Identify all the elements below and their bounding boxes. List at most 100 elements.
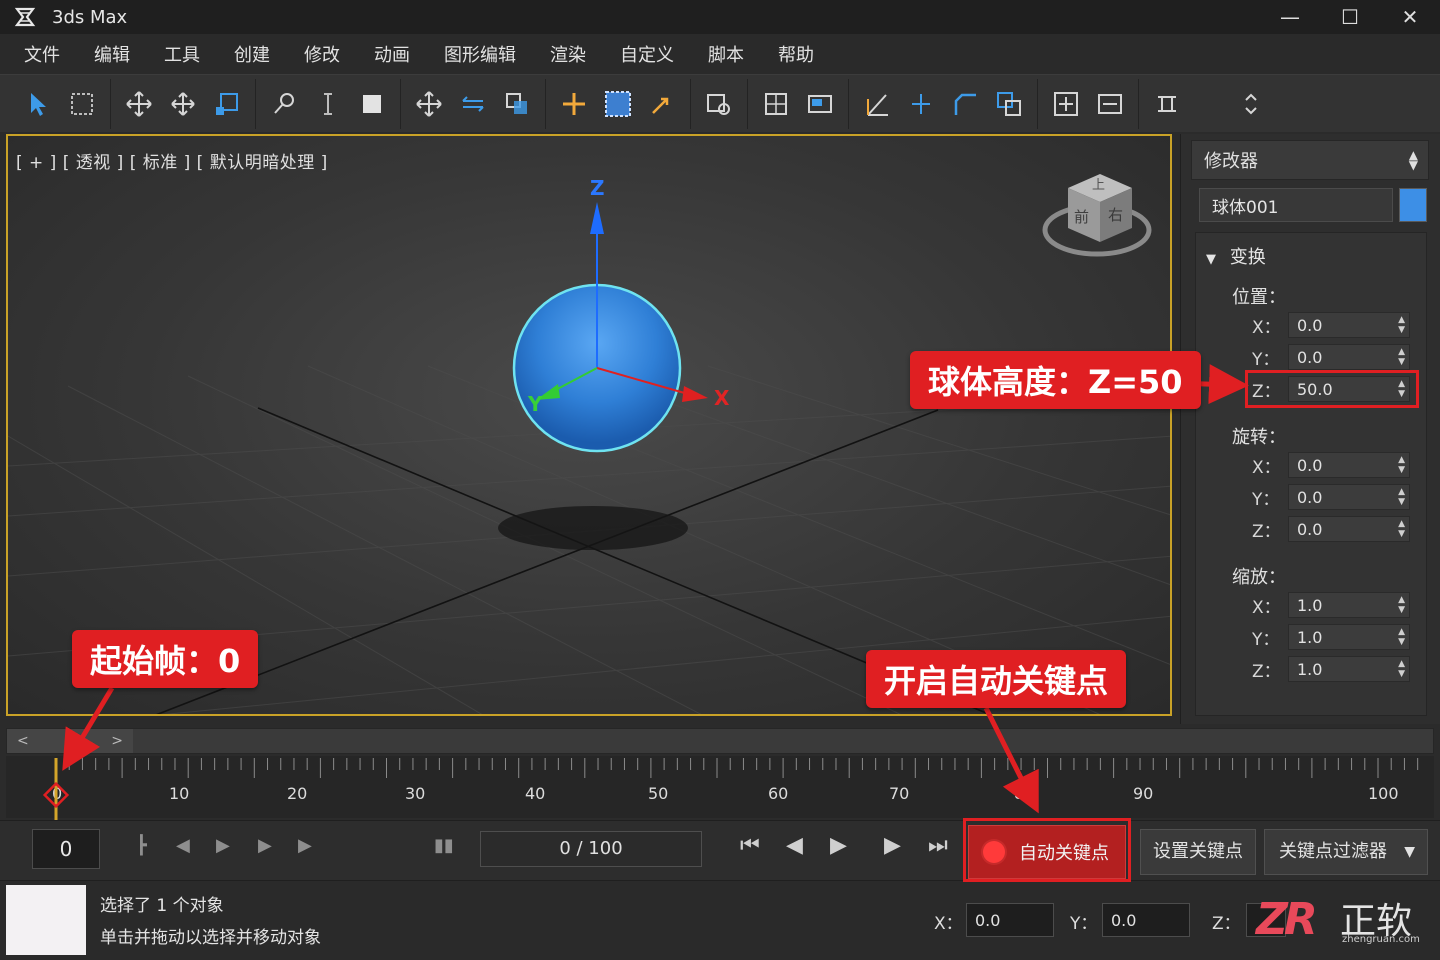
bind-icon[interactable] bbox=[350, 82, 394, 126]
go-to-start-icon[interactable]: ⏮ bbox=[740, 833, 760, 858]
align-icon[interactable] bbox=[798, 82, 842, 126]
track-bar[interactable]: 0 10 20 30 40 50 60 70 80 90 100 bbox=[6, 756, 1434, 818]
rotation-label: 旋转： bbox=[1232, 427, 1286, 448]
maxscript-listener-box[interactable] bbox=[6, 885, 86, 955]
minimize-button[interactable]: — bbox=[1260, 0, 1320, 34]
time-slider-track[interactable]: < > bbox=[6, 728, 1434, 754]
spinner-arrows-icon[interactable]: ▲ ▼ bbox=[1398, 347, 1405, 367]
time-slider[interactable]: < > bbox=[7, 729, 133, 753]
rotation-x-value: 0.0 bbox=[1297, 456, 1323, 475]
chevron-down-icon: ▼ bbox=[1404, 844, 1415, 860]
coord-y-field[interactable]: 0.0 bbox=[1102, 903, 1190, 937]
spinner-snap-icon[interactable] bbox=[943, 82, 987, 126]
menu-help[interactable]: 帮助 bbox=[764, 41, 834, 67]
position-y-spinner[interactable]: 0.0 ▲ ▼ bbox=[1288, 344, 1410, 370]
select-arrow-icon[interactable] bbox=[16, 82, 60, 126]
viewport-label[interactable]: [ + ] [ 透视 ] [ 标准 ] [ 默认明暗处理 ] bbox=[16, 148, 328, 173]
rotation-x-row: X： 0.0 ▲ ▼ bbox=[1252, 451, 1412, 479]
next-frame-icon[interactable]: ▶ bbox=[884, 833, 901, 858]
move-icon[interactable] bbox=[117, 82, 161, 126]
selection-set-icon[interactable] bbox=[596, 82, 640, 126]
spinner-arrows-icon[interactable]: ▲ ▼ bbox=[1398, 659, 1405, 679]
previous-frame-icon[interactable]: ◀ bbox=[786, 833, 803, 858]
set-key-button[interactable]: 设置关键点 bbox=[1140, 829, 1256, 875]
render-setup-icon[interactable] bbox=[1145, 82, 1189, 126]
play-icon[interactable]: ▶ bbox=[830, 833, 847, 858]
angle-snap-icon[interactable] bbox=[855, 82, 899, 126]
go-to-end-icon[interactable]: ⏭ bbox=[928, 833, 948, 858]
spinner-arrows-icon[interactable]: ▲ ▼ bbox=[1398, 455, 1405, 475]
coord-x-field[interactable]: 0.0 bbox=[966, 903, 1054, 937]
edit-named-sets-icon[interactable] bbox=[987, 82, 1031, 126]
mirror-icon[interactable] bbox=[754, 82, 798, 126]
select-move-icon[interactable] bbox=[407, 82, 451, 126]
percent-snap-icon[interactable] bbox=[899, 82, 943, 126]
menu-create[interactable]: 创建 bbox=[220, 41, 290, 67]
object-name-field[interactable] bbox=[1199, 188, 1393, 222]
perspective-viewport[interactable]: [ + ] [ 透视 ] [ 标准 ] [ 默认明暗处理 ] Z X Y 上 前… bbox=[6, 134, 1172, 716]
scale-x-axis: X： bbox=[1252, 597, 1281, 618]
select-rotate-icon[interactable] bbox=[451, 82, 495, 126]
menu-customize[interactable]: 自定义 bbox=[606, 41, 694, 67]
time-slider-next[interactable]: > bbox=[111, 733, 123, 749]
schematic-view-icon[interactable] bbox=[1044, 82, 1088, 126]
select-scale-icon[interactable] bbox=[495, 82, 539, 126]
frame-range-display[interactable]: 0 / 100 bbox=[480, 831, 702, 867]
play-selected-icon[interactable]: ▶ bbox=[216, 835, 230, 856]
prev-key-icon[interactable]: ◀ bbox=[176, 835, 190, 856]
maximize-button[interactable]: ☐ bbox=[1320, 0, 1380, 34]
next-key-icon[interactable]: ▶ bbox=[258, 835, 272, 856]
menu-modify[interactable]: 修改 bbox=[290, 41, 360, 67]
time-slider-prev[interactable]: < bbox=[17, 733, 29, 749]
scale-icon[interactable] bbox=[205, 82, 249, 126]
scale-y-axis: Y： bbox=[1252, 629, 1280, 650]
key-filters-dropdown[interactable]: 关键点过滤器 ▼ bbox=[1264, 829, 1428, 875]
menu-file[interactable]: 文件 bbox=[10, 41, 80, 67]
material-editor-icon[interactable] bbox=[1088, 82, 1132, 126]
axis-y-label: Y bbox=[528, 392, 543, 416]
unlink-icon[interactable] bbox=[306, 82, 350, 126]
scale-z-value: 1.0 bbox=[1297, 660, 1323, 679]
scale-z-spinner[interactable]: 1.0 ▲ ▼ bbox=[1288, 656, 1410, 682]
spinner-arrows-icon[interactable]: ▲ ▼ bbox=[1398, 519, 1405, 539]
menu-animation[interactable]: 动画 bbox=[360, 41, 430, 67]
position-x-spinner[interactable]: 0.0 ▲ ▼ bbox=[1288, 312, 1410, 338]
menu-graph-editors[interactable]: 图形编辑 bbox=[430, 41, 536, 67]
rotation-y-spinner[interactable]: 0.0 ▲ ▼ bbox=[1288, 484, 1410, 510]
rotate-icon[interactable] bbox=[161, 82, 205, 126]
last-key-icon[interactable]: ▶ bbox=[298, 835, 312, 856]
spinner-arrows-icon[interactable]: ▲ ▼ bbox=[1398, 627, 1405, 647]
scale-x-spinner[interactable]: 1.0 ▲ ▼ bbox=[1288, 592, 1410, 618]
pivot-icon[interactable] bbox=[552, 82, 596, 126]
rollout-header[interactable]: ▼ 变换 bbox=[1206, 243, 1266, 269]
watermark-logo: ZR bbox=[1256, 894, 1318, 945]
time-config-icon[interactable]: ▮▮ bbox=[434, 835, 454, 856]
viewport-grid bbox=[8, 174, 1170, 714]
menu-rendering[interactable]: 渲染 bbox=[536, 41, 606, 67]
spinner-arrows-icon[interactable]: ▲ ▼ bbox=[1398, 487, 1405, 507]
key-mode-icon[interactable]: ┣ bbox=[136, 835, 147, 856]
tick-label: 40 bbox=[525, 784, 546, 803]
dropdown-updown-icon: ▲ ▼ bbox=[1408, 148, 1418, 172]
rotation-x-spinner[interactable]: 0.0 ▲ ▼ bbox=[1288, 452, 1410, 478]
scale-y-spinner[interactable]: 1.0 ▲ ▼ bbox=[1288, 624, 1410, 650]
toolbar-expand-icon[interactable] bbox=[1229, 82, 1273, 126]
current-frame-field[interactable]: 0 bbox=[32, 829, 100, 869]
menu-edit[interactable]: 编辑 bbox=[80, 41, 150, 67]
menu-scripting[interactable]: 脚本 bbox=[694, 41, 764, 67]
modifier-list-dropdown[interactable]: 修改器 ▲ ▼ bbox=[1191, 140, 1429, 180]
menu-tools[interactable]: 工具 bbox=[150, 41, 220, 67]
tick-label: 90 bbox=[1133, 784, 1154, 803]
spinner-arrows-icon[interactable]: ▲ ▼ bbox=[1398, 595, 1405, 615]
named-selection-icon[interactable] bbox=[697, 82, 741, 126]
rotation-z-spinner[interactable]: 0.0 ▲ ▼ bbox=[1288, 516, 1410, 542]
object-color-swatch[interactable] bbox=[1399, 188, 1427, 222]
snap-icon[interactable] bbox=[640, 82, 684, 126]
close-button[interactable]: ✕ bbox=[1380, 0, 1440, 34]
callout-start-frame: 起始帧：0 bbox=[72, 630, 259, 688]
region-select-icon[interactable] bbox=[60, 82, 104, 126]
spinner-arrows-icon[interactable]: ▲ ▼ bbox=[1398, 315, 1405, 335]
rotation-y-value: 0.0 bbox=[1297, 488, 1323, 507]
main-toolbar bbox=[0, 74, 1440, 132]
link-icon[interactable] bbox=[262, 82, 306, 126]
